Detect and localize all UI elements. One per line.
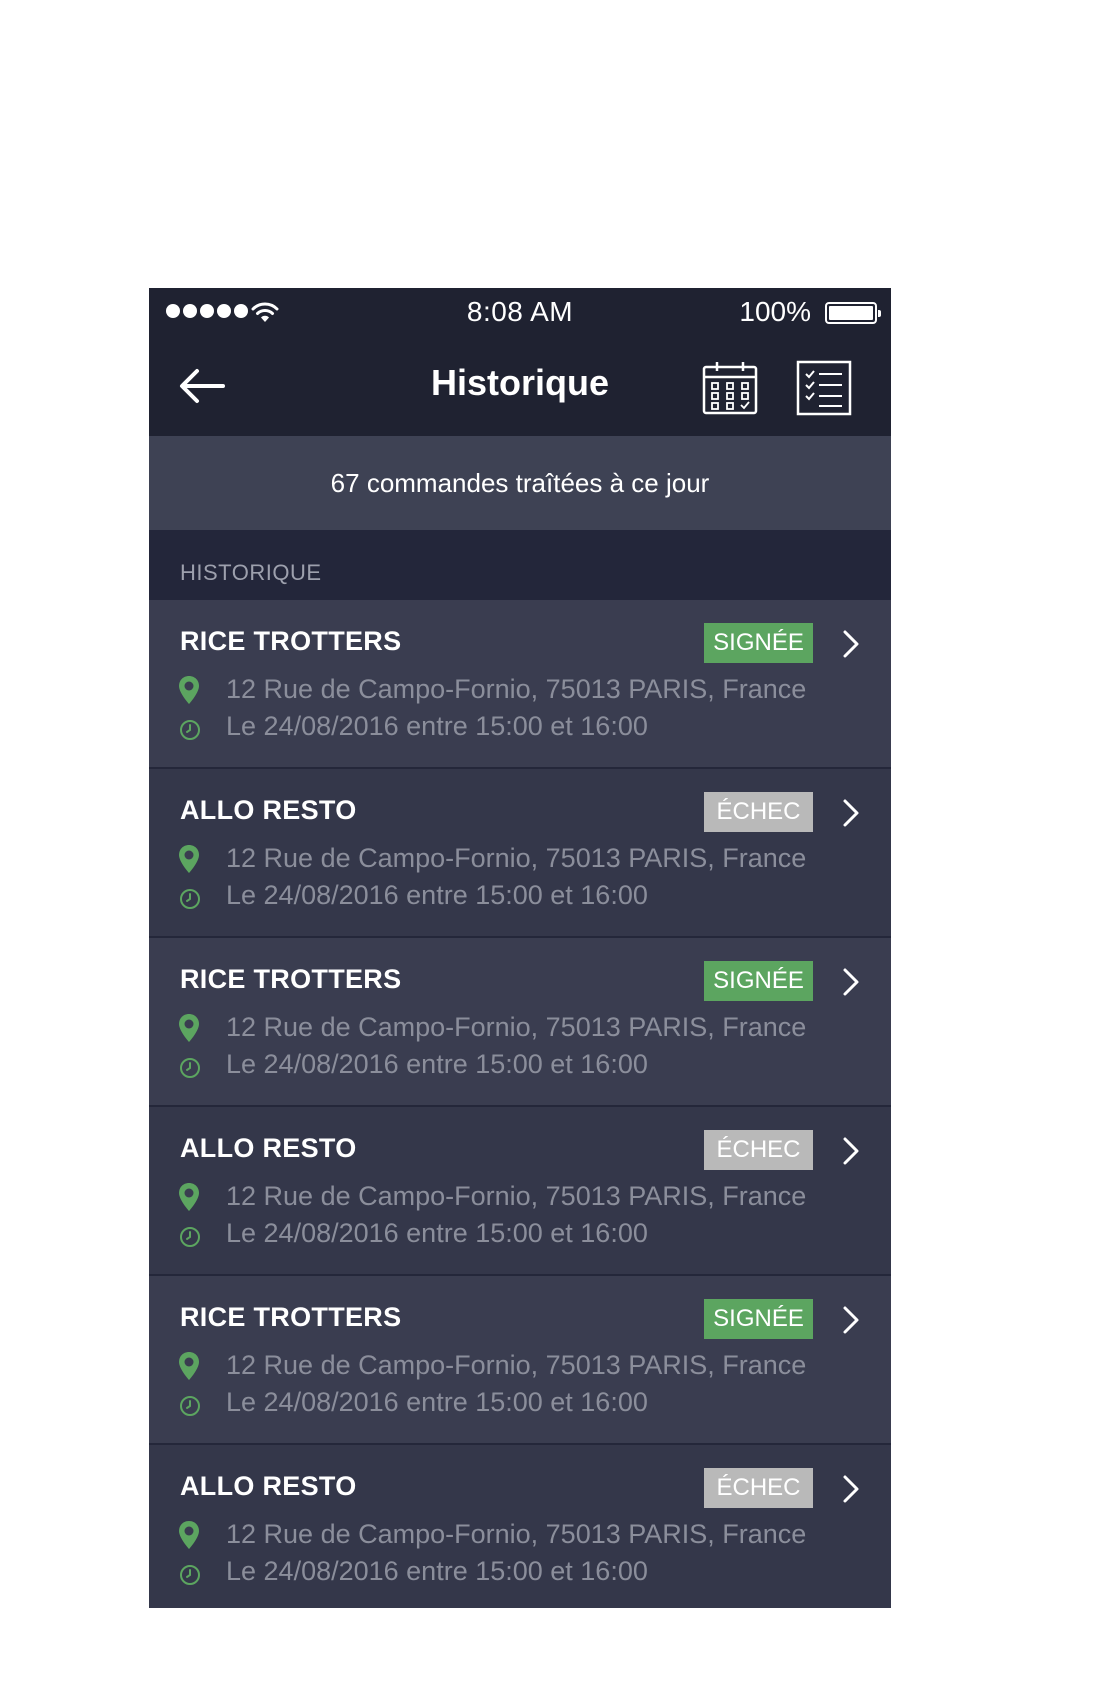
order-time-slot: Le 24/08/2016 entre 15:00 et 16:00 <box>226 1556 648 1586</box>
checklist-button[interactable] <box>796 360 852 416</box>
clock-icon <box>180 1565 200 1585</box>
order-row[interactable]: ALLO RESTO ÉCHEC 12 Rue de Campo-Fornio,… <box>149 1445 891 1608</box>
back-button[interactable] <box>175 358 231 414</box>
location-pin-icon <box>179 1352 199 1380</box>
section-title: HISTORIQUE <box>180 560 322 585</box>
status-badge: ÉCHEC <box>704 792 813 832</box>
chevron-right-icon[interactable] <box>839 966 863 998</box>
order-address: 12 Rue de Campo-Fornio, 75013 PARIS, Fra… <box>226 1519 807 1549</box>
order-address: 12 Rue de Campo-Fornio, 75013 PARIS, Fra… <box>226 1012 807 1042</box>
page-title: Historique <box>430 362 609 403</box>
clock-icon <box>180 1058 200 1078</box>
order-name: RICE TROTTERS <box>180 964 402 994</box>
location-pin-icon <box>179 845 199 873</box>
order-time-slot: Le 24/08/2016 entre 15:00 et 16:00 <box>226 711 648 741</box>
battery-icon <box>825 302 881 324</box>
calendar-icon <box>702 362 758 415</box>
location-pin-icon <box>179 1521 199 1549</box>
location-pin-icon <box>179 1014 199 1042</box>
order-address: 12 Rue de Campo-Fornio, 75013 PARIS, Fra… <box>226 1350 807 1380</box>
order-name: RICE TROTTERS <box>180 1302 402 1332</box>
order-name: RICE TROTTERS <box>180 626 402 656</box>
order-time-slot: Le 24/08/2016 entre 15:00 et 16:00 <box>226 1387 648 1417</box>
order-address: 12 Rue de Campo-Fornio, 75013 PARIS, Fra… <box>226 843 807 873</box>
order-row[interactable]: ALLO RESTO ÉCHEC 12 Rue de Campo-Fornio,… <box>149 769 891 938</box>
chevron-right-icon[interactable] <box>839 797 863 829</box>
order-address: 12 Rue de Campo-Fornio, 75013 PARIS, Fra… <box>226 1181 807 1211</box>
status-badge: SIGNÉE <box>704 623 813 663</box>
status-badge: SIGNÉE <box>704 1299 813 1339</box>
nav-bar: Historique <box>149 336 891 436</box>
status-badge: ÉCHEC <box>704 1468 813 1508</box>
clock-icon <box>180 1396 200 1416</box>
orders-list: RICE TROTTERS SIGNÉE 12 Rue de Campo-For… <box>149 600 891 1608</box>
chevron-right-icon[interactable] <box>839 1473 863 1505</box>
calendar-button[interactable] <box>702 360 758 416</box>
location-pin-icon <box>179 676 199 704</box>
order-row[interactable]: RICE TROTTERS SIGNÉE 12 Rue de Campo-For… <box>149 938 891 1107</box>
order-address: 12 Rue de Campo-Fornio, 75013 PARIS, Fra… <box>226 674 807 704</box>
orders-count-summary: 67 commandes traîtées à ce jour <box>149 436 891 530</box>
location-pin-icon <box>179 1183 199 1211</box>
order-time-slot: Le 24/08/2016 entre 15:00 et 16:00 <box>226 1218 648 1248</box>
order-name: ALLO RESTO <box>180 1133 357 1163</box>
battery-percentage: 100% <box>739 296 811 327</box>
clock-icon <box>180 720 200 740</box>
chevron-right-icon[interactable] <box>839 1304 863 1336</box>
chevron-right-icon[interactable] <box>839 1135 863 1167</box>
status-badge: SIGNÉE <box>704 961 813 1001</box>
order-name: ALLO RESTO <box>180 795 357 825</box>
order-time-slot: Le 24/08/2016 entre 15:00 et 16:00 <box>226 1049 648 1079</box>
checklist-icon <box>796 360 852 416</box>
clock-icon <box>180 889 200 909</box>
clock-icon <box>180 1227 200 1247</box>
order-name: ALLO RESTO <box>180 1471 357 1501</box>
section-header: HISTORIQUE <box>149 530 891 600</box>
status-badge: ÉCHEC <box>704 1130 813 1170</box>
back-arrow-icon <box>180 369 225 403</box>
chevron-right-icon[interactable] <box>839 628 863 660</box>
status-bar: 8:08 AM 100% <box>149 288 891 336</box>
order-row[interactable]: RICE TROTTERS SIGNÉE 12 Rue de Campo-For… <box>149 1276 891 1445</box>
order-time-slot: Le 24/08/2016 entre 15:00 et 16:00 <box>226 880 648 910</box>
phone-screen: 8:08 AM 100% Historique 67 commandes tra… <box>149 288 891 1608</box>
order-row[interactable]: ALLO RESTO ÉCHEC 12 Rue de Campo-Fornio,… <box>149 1107 891 1276</box>
order-row[interactable]: RICE TROTTERS SIGNÉE 12 Rue de Campo-For… <box>149 600 891 769</box>
